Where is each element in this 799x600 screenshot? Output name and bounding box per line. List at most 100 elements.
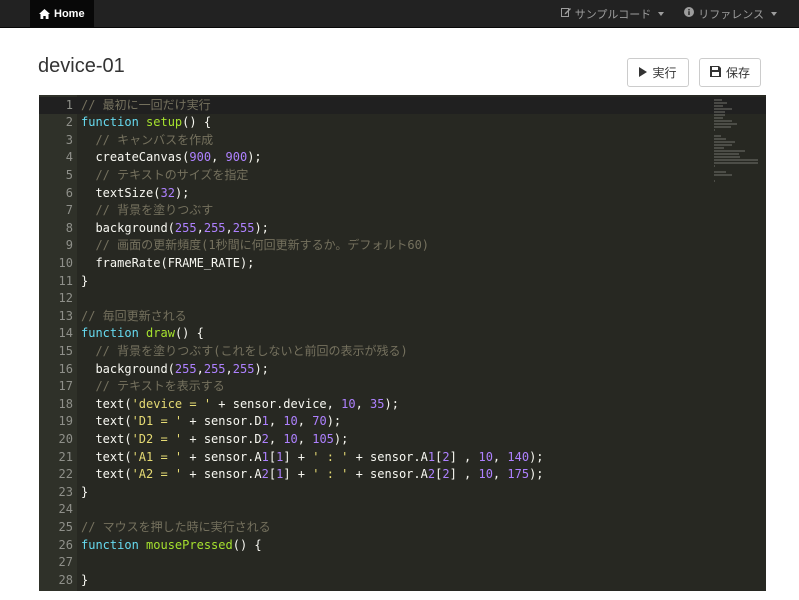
- code-text: function mousePressed() {: [81, 537, 262, 552]
- code-line[interactable]: 13 // 毎回更新される: [39, 308, 766, 326]
- minimap-line: [714, 111, 726, 113]
- code-line[interactable]: 26 function mousePressed() {: [39, 537, 766, 555]
- line-number: 6: [65, 185, 73, 200]
- minimap-line: [714, 147, 724, 149]
- nav-home-label: Home: [54, 7, 85, 20]
- line-number: 21: [58, 449, 73, 464]
- line-number: 19: [58, 414, 73, 429]
- minimap-line: [714, 105, 724, 107]
- code-text: // マウスを押した時に実行される: [81, 519, 271, 534]
- code-line[interactable]: 15 // 背景を塗りつぶす(これをしないと前回の表示が残る): [39, 343, 766, 361]
- navbar: Home サンプルコード リファレンス: [0, 0, 799, 28]
- code-text: text('A1 = ' + sensor.A1[1] + ' : ' + se…: [81, 449, 544, 464]
- code-line[interactable]: 21 text('A1 = ' + sensor.A1[1] + ' : ' +…: [39, 449, 766, 467]
- code-text: function draw() {: [81, 326, 204, 341]
- code-line[interactable]: 24: [39, 501, 766, 519]
- code-line[interactable]: 14 function draw() {: [39, 325, 766, 343]
- code-text: // 画面の更新頻度(1秒間に何回更新するか。デフォルト60): [95, 238, 430, 253]
- code-line[interactable]: 25 // マウスを押した時に実行される: [39, 519, 766, 537]
- save-button[interactable]: 保存: [699, 58, 761, 87]
- line-number: 3: [65, 132, 73, 147]
- code-line[interactable]: 17 // テキストを表示する: [39, 378, 766, 396]
- minimap-line: [714, 150, 745, 152]
- line-number: 20: [58, 431, 73, 446]
- code-line[interactable]: 27: [39, 554, 766, 572]
- minimap-line: [714, 180, 715, 182]
- line-number: 13: [58, 308, 73, 323]
- line-number: 22: [58, 467, 73, 482]
- line-number: 1: [65, 97, 73, 112]
- code-line[interactable]: 5 // テキストのサイズを指定: [39, 167, 766, 185]
- line-number: 25: [58, 519, 73, 534]
- code-text: // テキストのサイズを指定: [95, 167, 249, 182]
- code-line[interactable]: 22 text('A2 = ' + sensor.A2[1] + ' : ' +…: [39, 466, 766, 484]
- code-line[interactable]: 18 text('device = ' + sensor.device, 10,…: [39, 396, 766, 414]
- code-text: text('D2 = ' + sensor.D2, 10, 105);: [81, 431, 349, 446]
- code-line[interactable]: 9 // 画面の更新頻度(1秒間に何回更新するか。デフォルト60): [39, 237, 766, 255]
- code-line[interactable]: 4 createCanvas(900, 900);: [39, 149, 766, 167]
- code-text: // 背景を塗りつぶす: [95, 203, 214, 218]
- page-title: device-01: [38, 55, 125, 77]
- code-line[interactable]: 20 text('D2 = ' + sensor.D2, 10, 105);: [39, 431, 766, 449]
- home-icon: [39, 8, 50, 19]
- minimap-line: [714, 123, 738, 125]
- code-line[interactable]: 12: [39, 290, 766, 308]
- code-text: background(255,255,255);: [81, 220, 269, 235]
- minimap-line: [714, 156, 740, 158]
- minimap-line: [714, 165, 715, 167]
- minimap-line: [714, 171, 726, 173]
- code-line[interactable]: 6 textSize(32);: [39, 185, 766, 203]
- line-number: 26: [58, 537, 73, 552]
- minimap-line: [714, 114, 725, 116]
- edit-icon: [560, 7, 571, 20]
- minimap-line: [714, 129, 715, 131]
- minimap-line: [714, 117, 724, 119]
- code-text: createCanvas(900, 900);: [81, 150, 262, 165]
- nav-home-link[interactable]: Home: [30, 0, 94, 27]
- line-number: 5: [65, 167, 73, 182]
- code-minimap[interactable]: [714, 99, 758, 183]
- line-number: 10: [58, 255, 73, 270]
- code-line[interactable]: 19 text('D1 = ' + sensor.D1, 10, 70);: [39, 413, 766, 431]
- code-line[interactable]: 11}: [39, 273, 766, 291]
- minimap-line: [714, 135, 721, 137]
- minimap-line: [714, 174, 732, 176]
- code-text: // 最初に一回だけ実行: [81, 97, 211, 112]
- line-number: 15: [58, 343, 73, 358]
- minimap-line: [714, 144, 733, 146]
- code-line[interactable]: 10 frameRate(FRAME_RATE);: [39, 255, 766, 273]
- code-line[interactable]: 16 background(255,255,255);: [39, 361, 766, 379]
- code-line[interactable]: 8 background(255,255,255);: [39, 220, 766, 238]
- nav-reference-dropdown[interactable]: リファレンス: [674, 0, 799, 27]
- run-button[interactable]: 実行: [627, 58, 689, 87]
- code-line[interactable]: 23}: [39, 484, 766, 502]
- minimap-line: [714, 141, 735, 143]
- play-icon: [639, 66, 648, 80]
- code-editor[interactable]: 1 // 最初に一回だけ実行 2 function setup() {3 // キャン…: [39, 95, 766, 591]
- code-text: text('device = ' + sensor.device, 10, 35…: [81, 396, 399, 411]
- chevron-down-icon: [658, 11, 665, 16]
- code-text: }: [81, 484, 89, 499]
- line-number: 27: [58, 555, 73, 570]
- code-line[interactable]: 3 // キャンバスを作成: [39, 132, 766, 150]
- chevron-down-icon: [771, 11, 777, 16]
- minimap-line: [714, 120, 733, 122]
- minimap-line: [714, 102, 727, 104]
- nav-sample-code-dropdown[interactable]: サンプルコード: [551, 0, 674, 27]
- minimap-line: [714, 159, 758, 161]
- line-number: 12: [58, 291, 73, 306]
- line-number: 11: [58, 273, 73, 288]
- minimap-line: [714, 153, 740, 155]
- line-number: 17: [58, 379, 73, 394]
- code-text: }: [81, 273, 89, 288]
- code-text: // キャンバスを作成: [95, 132, 214, 147]
- code-text: // 毎回更新される: [81, 308, 187, 323]
- code-text: }: [81, 572, 89, 587]
- code-line[interactable]: 1 // 最初に一回だけ実行: [39, 96, 766, 115]
- code-line[interactable]: 2 function setup() {: [39, 114, 766, 132]
- line-number: 16: [58, 361, 73, 376]
- line-number: 2: [65, 115, 73, 130]
- code-line[interactable]: 28}: [39, 572, 766, 590]
- code-line[interactable]: 7 // 背景を塗りつぶす: [39, 202, 766, 220]
- code-text: background(255,255,255);: [81, 361, 269, 376]
